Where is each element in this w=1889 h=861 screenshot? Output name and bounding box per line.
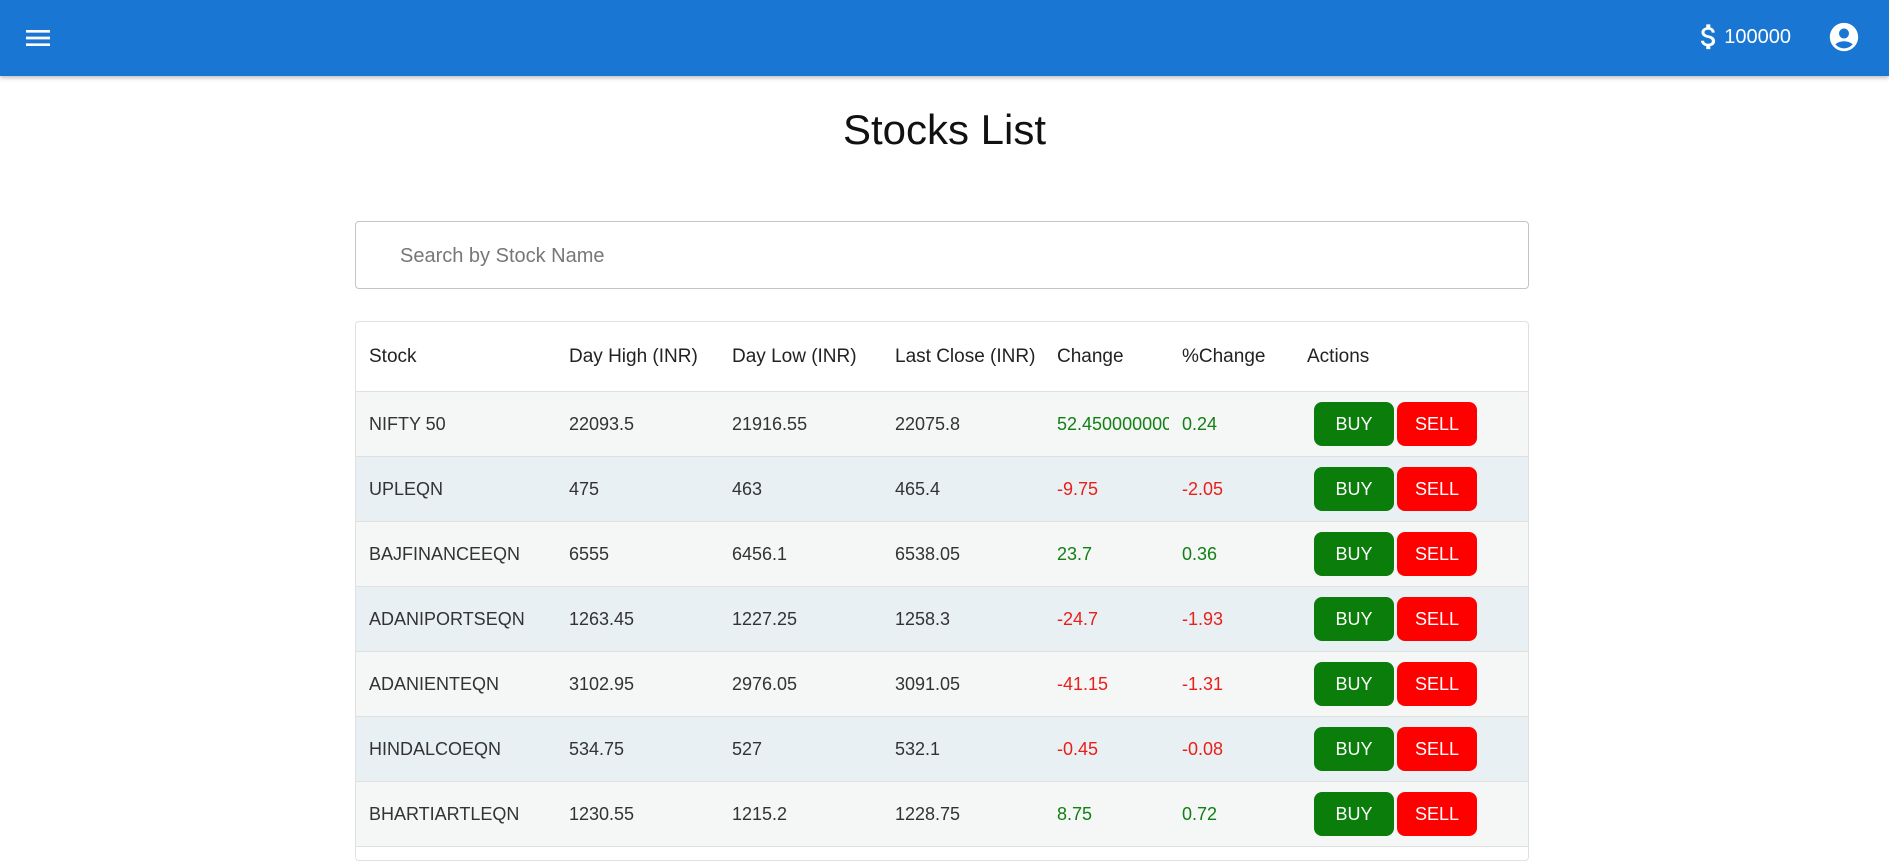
actions-cell: BUY SELL xyxy=(1294,781,1528,847)
day-low-cell: 527 xyxy=(719,716,882,782)
buy-button[interactable]: BUY xyxy=(1314,467,1394,511)
last-close-cell: 465.4 xyxy=(882,456,1044,522)
day-low-cell: 463 xyxy=(719,456,882,522)
dollar-icon xyxy=(1698,23,1718,51)
sell-button[interactable]: SELL xyxy=(1397,597,1477,641)
table-row: BAJFINANCEEQN 6555 6456.1 6538.05 23.7 0.36 BU… xyxy=(356,521,1528,587)
buy-button[interactable]: BUY xyxy=(1314,727,1394,771)
last-close-cell: 22075.8 xyxy=(882,391,1044,457)
day-low-cell: 2976.05 xyxy=(719,651,882,717)
column-header-last-close: Last Close (INR) xyxy=(882,322,1044,392)
buy-button[interactable]: BUY xyxy=(1314,402,1394,446)
change-cell: -0.45 xyxy=(1044,716,1169,782)
actions-cell: BUY SELL xyxy=(1294,716,1528,782)
pct-change-cell: 0.24 xyxy=(1169,391,1294,457)
column-header-pct-change: %Change xyxy=(1169,322,1294,392)
last-close-cell: 1258.3 xyxy=(882,586,1044,652)
table-row: HINDALCOEQN 534.75 527 532.1 -0.45 -0.08 BUY SE… xyxy=(356,716,1528,782)
stock-name-cell: NIFTY 50 xyxy=(356,391,556,457)
pct-change-cell: -2.05 xyxy=(1169,456,1294,522)
change-cell: -41.15 xyxy=(1044,651,1169,717)
account-circle-icon[interactable] xyxy=(1827,20,1861,54)
change-cell: 52.450000000 xyxy=(1044,391,1169,457)
column-header-day-low: Day Low (INR) xyxy=(719,322,882,392)
stock-name-cell: HINDALCOEQN xyxy=(356,716,556,782)
actions-cell: BUY SELL xyxy=(1294,586,1528,652)
last-close-cell: 3091.05 xyxy=(882,651,1044,717)
last-close-cell: 6538.05 xyxy=(882,521,1044,587)
actions-cell: BUY SELL xyxy=(1294,391,1528,457)
balance-display: 100000 xyxy=(1698,21,1791,53)
sell-button[interactable]: SELL xyxy=(1397,792,1477,836)
pct-change-cell: -1.93 xyxy=(1169,586,1294,652)
sell-button[interactable]: SELL xyxy=(1397,532,1477,576)
day-high-cell: 22093.5 xyxy=(556,391,719,457)
stock-name-cell: BAJFINANCEEQN xyxy=(356,521,556,587)
actions-cell: BUY SELL xyxy=(1294,521,1528,587)
day-high-cell: 1230.55 xyxy=(556,781,719,847)
buy-button[interactable]: BUY xyxy=(1314,532,1394,576)
pct-change-cell: -0.08 xyxy=(1169,716,1294,782)
search-field[interactable] xyxy=(355,221,1529,290)
actions-cell: BUY SELL xyxy=(1294,651,1528,717)
page-title: Stocks List xyxy=(842,106,1047,153)
search-input[interactable] xyxy=(398,222,1502,290)
buy-button[interactable]: BUY xyxy=(1314,792,1394,836)
column-header-change: Change xyxy=(1044,322,1169,392)
buy-button[interactable]: BUY xyxy=(1314,597,1394,641)
pct-change-cell: 0.72 xyxy=(1169,781,1294,847)
day-high-cell: 6555 xyxy=(556,521,719,587)
last-close-cell: 1228.75 xyxy=(882,781,1044,847)
column-header-actions: Actions xyxy=(1294,322,1528,392)
day-high-cell: 534.75 xyxy=(556,716,719,782)
buy-button[interactable]: BUY xyxy=(1314,662,1394,706)
table-header-row: Stock Day High (INR) Day Low (INR) Last … xyxy=(356,322,1528,392)
table-row: BHARTIARTLEQN 1230.55 1215.2 1228.75 8.75 0.7… xyxy=(356,781,1528,847)
sell-button[interactable]: SELL xyxy=(1397,402,1477,446)
column-header-day-high: Day High (INR) xyxy=(556,322,719,392)
change-cell: -9.75 xyxy=(1044,456,1169,522)
day-low-cell: 1215.2 xyxy=(719,781,882,847)
stocks-table: Stock Day High (INR) Day Low (INR) Last … xyxy=(355,321,1529,861)
actions-cell: BUY SELL xyxy=(1294,456,1528,522)
column-header-stock: Stock xyxy=(356,322,556,392)
table-row: ADANIENTEQN 3102.95 2976.05 3091.05 -41.15 -1… xyxy=(356,651,1528,717)
balance-amount: 100000 xyxy=(1724,25,1791,48)
app-bar: 100000 xyxy=(0,0,1889,76)
pct-change-cell: 0.36 xyxy=(1169,521,1294,587)
sell-button[interactable]: SELL xyxy=(1397,727,1477,771)
day-low-cell: 21916.55 xyxy=(719,391,882,457)
last-close-cell: 532.1 xyxy=(882,716,1044,782)
day-low-cell: 6456.1 xyxy=(719,521,882,587)
table-row: ADANIPORTSEQN 1263.45 1227.25 1258.3 -24.7 -1… xyxy=(356,586,1528,652)
sell-button[interactable]: SELL xyxy=(1397,662,1477,706)
stock-name-cell: ADANIPORTSEQN xyxy=(356,586,556,652)
sell-button[interactable]: SELL xyxy=(1397,467,1477,511)
day-high-cell: 475 xyxy=(556,456,719,522)
change-cell: -24.7 xyxy=(1044,586,1169,652)
table-row: UPLEQN 475 463 465.4 -9.75 -2.05 BUY SELL xyxy=(356,456,1528,522)
day-low-cell: 1227.25 xyxy=(719,586,882,652)
stock-name-cell: BHARTIARTLEQN xyxy=(356,781,556,847)
stock-name-cell: ADANIENTEQN xyxy=(356,651,556,717)
pct-change-cell: -1.31 xyxy=(1169,651,1294,717)
menu-icon[interactable] xyxy=(22,22,54,54)
change-cell: 23.7 xyxy=(1044,521,1169,587)
change-cell: 8.75 xyxy=(1044,781,1169,847)
day-high-cell: 3102.95 xyxy=(556,651,719,717)
day-high-cell: 1263.45 xyxy=(556,586,719,652)
table-row: NIFTY 50 22093.5 21916.55 22075.8 52.4500000… xyxy=(356,391,1528,457)
stock-name-cell: UPLEQN xyxy=(356,456,556,522)
